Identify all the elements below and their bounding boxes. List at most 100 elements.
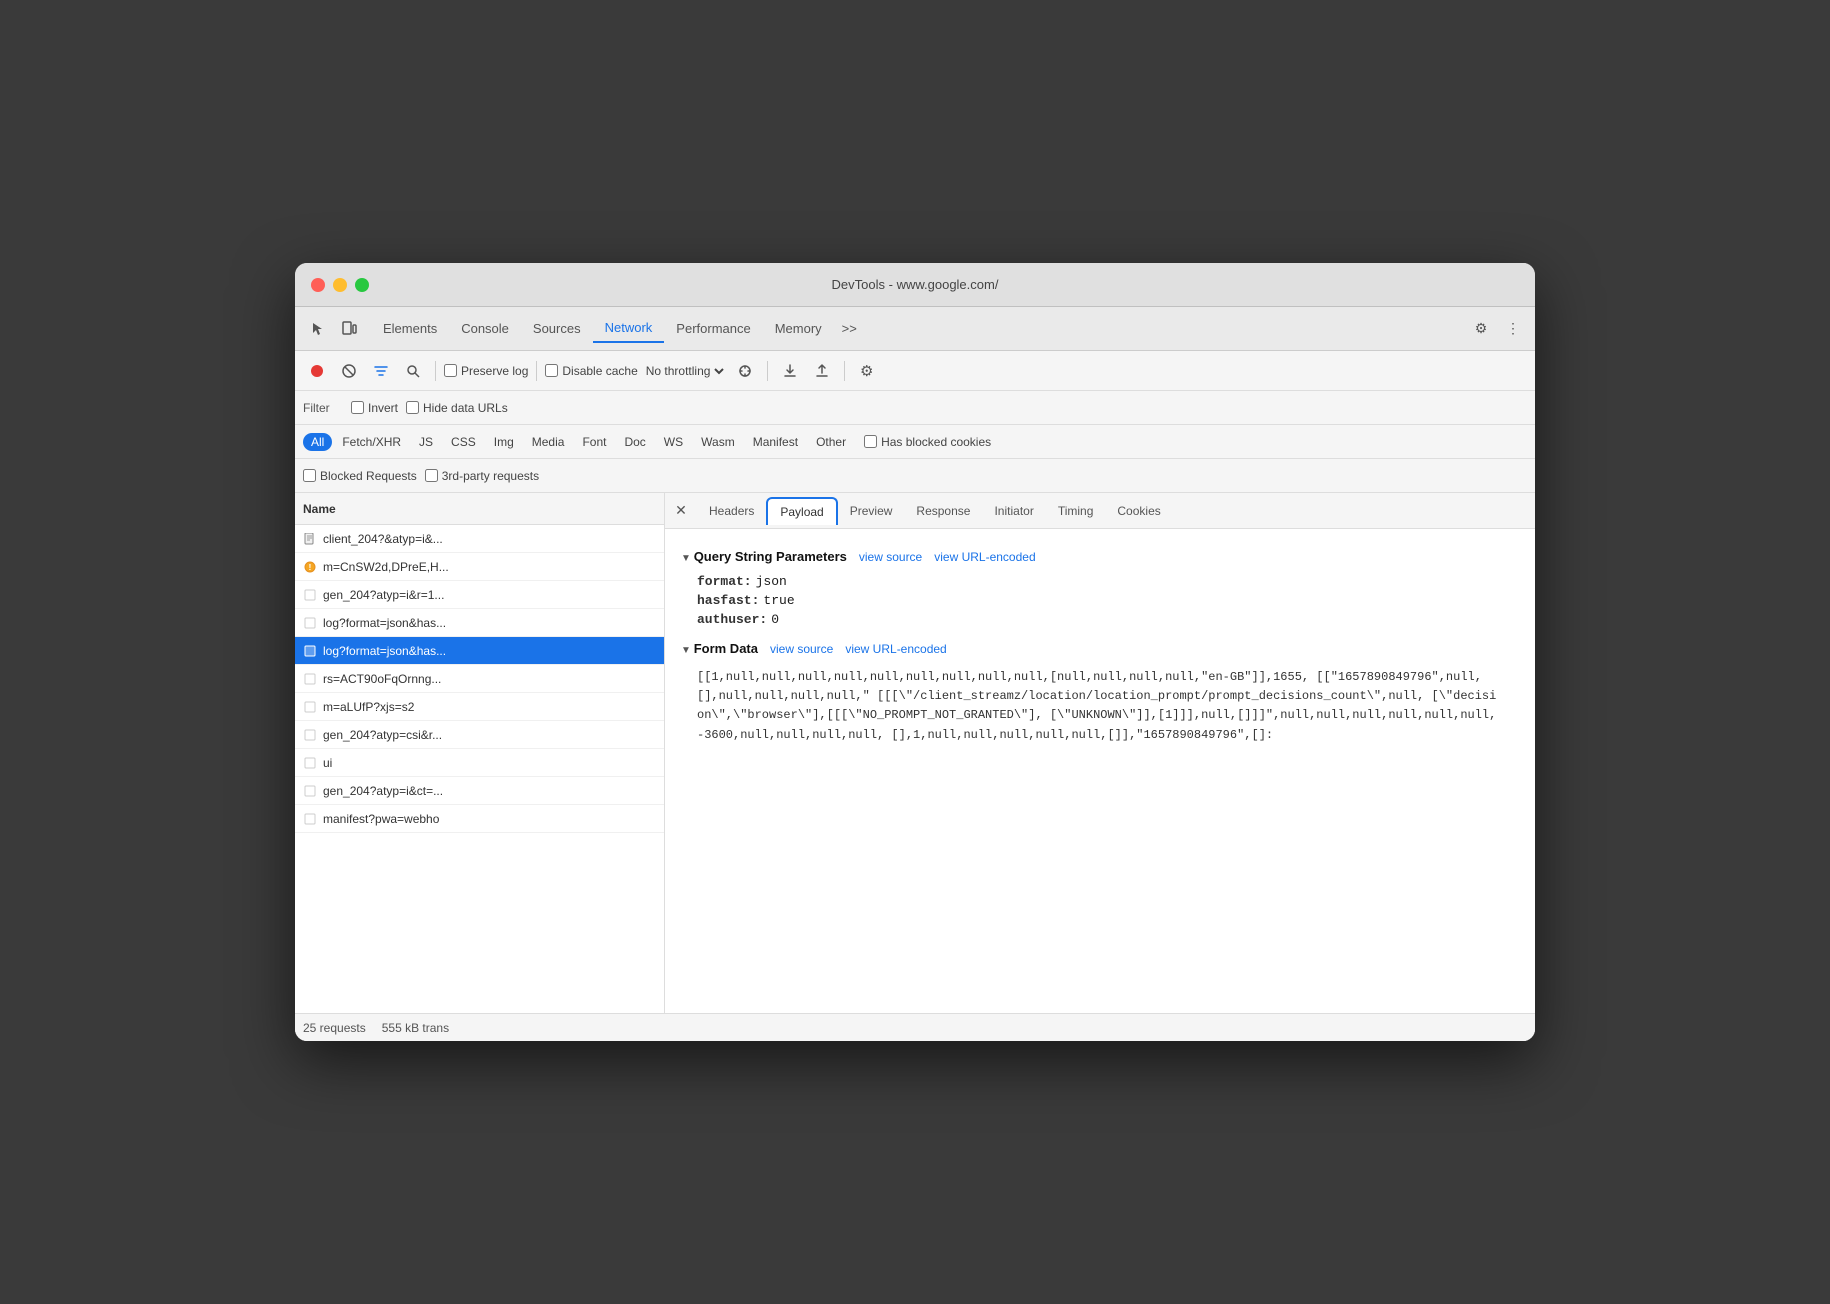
type-btn-css[interactable]: CSS (443, 433, 484, 451)
warning-icon: ! (303, 560, 317, 574)
invert-checkbox[interactable]: Invert (351, 401, 398, 415)
filter-toggle-button[interactable] (367, 357, 395, 385)
hide-data-urls-input[interactable] (406, 401, 419, 414)
network-settings-button[interactable]: ⚙ (853, 357, 881, 385)
type-btn-wasm[interactable]: Wasm (693, 433, 743, 451)
param-row-format: format: json (681, 572, 1519, 591)
param-row-hasfast: hasfast: true (681, 591, 1519, 610)
type-btn-font[interactable]: Font (574, 433, 614, 451)
detail-tab-preview[interactable]: Preview (838, 498, 905, 524)
type-btn-other[interactable]: Other (808, 433, 854, 451)
requests-count: 25 requests (303, 1021, 366, 1035)
close-button[interactable] (311, 278, 325, 292)
request-name: log?format=json&has... (323, 644, 446, 658)
blank-icon (303, 784, 317, 798)
type-btn-doc[interactable]: Doc (616, 433, 653, 451)
qs-view-url-encoded-link[interactable]: view URL-encoded (934, 550, 1035, 564)
param-value: 0 (771, 612, 779, 627)
detail-tab-response[interactable]: Response (904, 498, 982, 524)
throttle-settings-icon[interactable] (731, 357, 759, 385)
type-btn-js[interactable]: JS (411, 433, 441, 451)
more-icon[interactable]: ⋮ (1499, 315, 1527, 343)
maximize-button[interactable] (355, 278, 369, 292)
detail-tab-payload[interactable]: Payload (766, 497, 837, 525)
request-name: manifest?pwa=webho (323, 812, 439, 826)
record-button[interactable] (303, 357, 331, 385)
blank-icon (303, 756, 317, 770)
cursor-icon[interactable] (303, 315, 331, 343)
blocked-requests-checkbox[interactable]: Blocked Requests (303, 469, 417, 483)
list-item[interactable]: client_204?&atyp=i&... (295, 525, 664, 553)
toolbar-divider-3 (767, 361, 768, 381)
settings-icon[interactable]: ⚙ (1467, 315, 1495, 343)
disable-cache-input[interactable] (545, 364, 558, 377)
fd-view-source-link[interactable]: view source (770, 642, 833, 656)
list-item[interactable]: ! m=CnSW2d,DPreE,H... (295, 553, 664, 581)
detail-tab-cookies[interactable]: Cookies (1105, 498, 1172, 524)
blank-icon (303, 588, 317, 602)
type-btn-all[interactable]: All (303, 433, 332, 451)
third-party-checkbox[interactable]: 3rd-party requests (425, 469, 539, 483)
statusbar: 25 requests 555 kB trans (295, 1013, 1535, 1041)
param-row-authuser: authuser: 0 (681, 610, 1519, 629)
import-button[interactable] (776, 357, 804, 385)
tab-network[interactable]: Network (593, 314, 665, 343)
detail-tabs: ✕ Headers Payload Preview Response Initi… (665, 493, 1535, 529)
tab-elements[interactable]: Elements (371, 315, 449, 342)
detail-tab-headers[interactable]: Headers (697, 498, 766, 524)
tab-memory[interactable]: Memory (763, 315, 834, 342)
tabbar-icons (303, 315, 363, 343)
detail-tab-timing[interactable]: Timing (1046, 498, 1106, 524)
request-name: m=CnSW2d,DPreE,H... (323, 560, 449, 574)
list-item[interactable]: m=aLUfP?xjs=s2 (295, 693, 664, 721)
type-filter-row: All Fetch/XHR JS CSS Img Media Font Doc … (295, 425, 1535, 459)
clear-button[interactable] (335, 357, 363, 385)
list-item[interactable]: ui (295, 749, 664, 777)
type-btn-manifest[interactable]: Manifest (745, 433, 806, 451)
traffic-lights (311, 278, 369, 292)
list-item[interactable]: gen_204?atyp=i&ct=... (295, 777, 664, 805)
type-btn-fetch-xhr[interactable]: Fetch/XHR (334, 433, 409, 451)
list-item[interactable]: manifest?pwa=webho (295, 805, 664, 833)
export-button[interactable] (808, 357, 836, 385)
toolbar-divider-4 (844, 361, 845, 381)
invert-input[interactable] (351, 401, 364, 414)
minimize-button[interactable] (333, 278, 347, 292)
request-name: m=aLUfP?xjs=s2 (323, 700, 414, 714)
type-btn-media[interactable]: Media (524, 433, 573, 451)
list-item[interactable]: log?format=json&has... (295, 637, 664, 665)
list-item[interactable]: gen_204?atyp=csi&r... (295, 721, 664, 749)
third-party-input[interactable] (425, 469, 438, 482)
form-data-value: [[1,null,null,null,null,null,null,null,n… (681, 664, 1519, 749)
requests-list[interactable]: client_204?&atyp=i&... ! m=CnSW2d,DPreE,… (295, 525, 664, 1013)
throttle-select[interactable]: No throttling Fast 3G Slow 3G Offline (642, 363, 727, 379)
type-btn-ws[interactable]: WS (656, 433, 691, 451)
device-icon[interactable] (335, 315, 363, 343)
disable-cache-checkbox[interactable]: Disable cache (545, 364, 637, 378)
tab-performance[interactable]: Performance (664, 315, 762, 342)
toolbar-divider-1 (435, 361, 436, 381)
blank-icon (303, 728, 317, 742)
list-item[interactable]: rs=ACT90oFqOrnng... (295, 665, 664, 693)
has-blocked-cookies-input[interactable] (864, 435, 877, 448)
close-detail-button[interactable]: ✕ (669, 499, 693, 523)
filter-label: Filter (303, 401, 343, 415)
toolbar-divider-2 (536, 361, 537, 381)
tab-sources[interactable]: Sources (521, 315, 593, 342)
has-blocked-cookies-checkbox[interactable]: Has blocked cookies (864, 435, 991, 449)
preserve-log-input[interactable] (444, 364, 457, 377)
fd-view-url-encoded-link[interactable]: view URL-encoded (845, 642, 946, 656)
tab-more[interactable]: >> (834, 315, 865, 342)
hide-data-urls-checkbox[interactable]: Hide data URLs (406, 401, 508, 415)
tab-console[interactable]: Console (449, 315, 521, 342)
blocked-requests-input[interactable] (303, 469, 316, 482)
list-item[interactable]: gen_204?atyp=i&r=1... (295, 581, 664, 609)
search-button[interactable] (399, 357, 427, 385)
main-content: Name client_204?&atyp=i&... ! (295, 493, 1535, 1013)
preserve-log-checkbox[interactable]: Preserve log (444, 364, 528, 378)
detail-tab-initiator[interactable]: Initiator (982, 498, 1045, 524)
type-btn-img[interactable]: Img (486, 433, 522, 451)
list-item[interactable]: log?format=json&has... (295, 609, 664, 637)
qs-view-source-link[interactable]: view source (859, 550, 922, 564)
param-value: json (756, 574, 787, 589)
